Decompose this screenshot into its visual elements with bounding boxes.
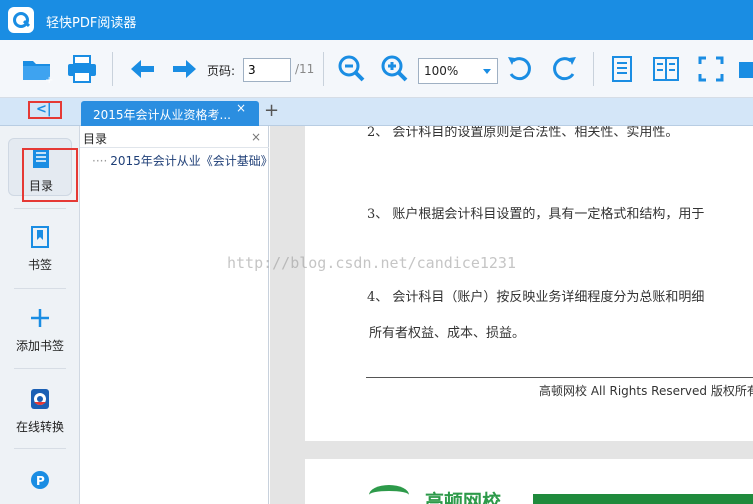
online-convert-icon bbox=[31, 389, 49, 409]
zoom-value: 100% bbox=[424, 64, 459, 78]
zoom-in-icon[interactable] bbox=[378, 52, 412, 86]
document-page: 高顿网校 bbox=[305, 459, 753, 504]
sidebar-divider bbox=[14, 288, 66, 289]
back-arrow-icon[interactable] bbox=[125, 52, 159, 86]
document-view[interactable]: 2、 会计科目的设置原则是合法性、相关性、实用性。 3、 账户根据会计科目设置的… bbox=[270, 126, 753, 504]
page-footer: 高顿网校 All Rights Reserved 版权所有 bbox=[539, 384, 753, 398]
rotate-right-icon[interactable] bbox=[547, 52, 581, 86]
new-tab-button[interactable]: + bbox=[264, 100, 279, 121]
chevron-down-icon bbox=[483, 69, 491, 74]
svg-text:+: + bbox=[45, 75, 53, 86]
document-page: 2、 会计科目的设置原则是合法性、相关性、实用性。 3、 账户根据会计科目设置的… bbox=[305, 126, 753, 441]
toc-entry[interactable]: ···· 2015年会计从业《会计基础》 bbox=[92, 152, 273, 169]
paragraph: 所有者权益、成本、损益。 bbox=[369, 326, 526, 341]
sidebar-item-bookmark[interactable]: 书签 bbox=[8, 218, 72, 276]
bookmark-icon bbox=[31, 226, 49, 248]
tab-close-icon[interactable]: × bbox=[236, 101, 246, 115]
sidebar-divider bbox=[14, 368, 66, 369]
zoom-out-icon[interactable] bbox=[335, 52, 369, 86]
sidebar-item-label: 在线转换 bbox=[15, 420, 64, 434]
toc-title: 目录 bbox=[83, 132, 108, 146]
toolbar: + 页码: /11 bbox=[0, 40, 753, 98]
extra-icon[interactable] bbox=[735, 52, 753, 86]
sidebar-divider bbox=[14, 448, 66, 449]
zoom-select[interactable]: 100% bbox=[418, 58, 498, 84]
tab-bar: <| 2015年会计从业资格考... × + bbox=[0, 98, 753, 126]
fullscreen-icon[interactable] bbox=[694, 52, 728, 86]
banner-bar bbox=[533, 494, 753, 504]
open-folder-icon[interactable]: + bbox=[20, 52, 54, 86]
brand-logo-icon bbox=[369, 485, 409, 504]
toc-header: 目录 × bbox=[80, 126, 269, 148]
sidebar-item-label: 添加书签 bbox=[15, 339, 64, 353]
toolbar-separator bbox=[593, 52, 594, 86]
sidebar-item-label: 书签 bbox=[27, 258, 52, 272]
rotate-left-icon[interactable] bbox=[503, 52, 537, 86]
sidebar: 目录 书签 添加书签 在线转换 P bbox=[0, 126, 80, 504]
single-page-icon[interactable] bbox=[605, 52, 639, 86]
watermark: http://blog.csdn.net/candice1231 bbox=[227, 254, 516, 272]
paragraph: 2、 会计科目的设置原则是合法性、相关性、实用性。 bbox=[367, 126, 679, 140]
collapse-label: <| bbox=[36, 102, 52, 117]
brand-name: 高顿网校 bbox=[425, 491, 502, 504]
toc-panel: 目录 × ···· 2015年会计从业《会计基础》 bbox=[80, 126, 273, 504]
page-label: 页码: bbox=[207, 64, 236, 78]
print-icon[interactable] bbox=[65, 52, 99, 86]
collapse-sidebar-button[interactable]: <| bbox=[28, 101, 62, 119]
highlight-box bbox=[22, 148, 78, 202]
sidebar-item-pdf-convert[interactable]: P bbox=[8, 461, 72, 504]
page-total: /11 bbox=[295, 62, 315, 76]
app-title: 轻快PDF阅读器 bbox=[46, 16, 137, 31]
add-bookmark-icon bbox=[31, 309, 49, 327]
forward-arrow-icon[interactable] bbox=[168, 52, 202, 86]
tree-connector: ···· bbox=[92, 154, 108, 168]
toc-entry-label: 2015年会计从业《会计基础》 bbox=[110, 154, 273, 168]
sidebar-item-add-bookmark[interactable]: 添加书签 bbox=[8, 299, 72, 357]
tab-title: 2015年会计从业资格考... bbox=[93, 108, 231, 122]
paragraph: 4、 会计科目（账户）按反映业务详细程度分为总账和明细 bbox=[367, 290, 705, 305]
footer-rule bbox=[366, 377, 753, 378]
two-page-icon[interactable] bbox=[649, 52, 683, 86]
svg-text:P: P bbox=[36, 474, 45, 488]
app-logo-icon bbox=[8, 7, 34, 33]
toc-close-icon[interactable]: × bbox=[251, 130, 261, 144]
sidebar-item-online-convert[interactable]: 在线转换 bbox=[8, 380, 72, 438]
title-bar: 轻快PDF阅读器 bbox=[0, 0, 753, 40]
pdf-convert-icon: P bbox=[31, 471, 49, 489]
page-number-input[interactable] bbox=[243, 58, 291, 82]
toolbar-separator bbox=[112, 52, 113, 86]
toolbar-separator bbox=[323, 52, 324, 86]
paragraph: 3、 账户根据会计科目设置的，具有一定格式和结构，用于 bbox=[367, 207, 705, 222]
sidebar-divider bbox=[14, 208, 66, 209]
tab-document[interactable]: 2015年会计从业资格考... bbox=[81, 101, 259, 126]
